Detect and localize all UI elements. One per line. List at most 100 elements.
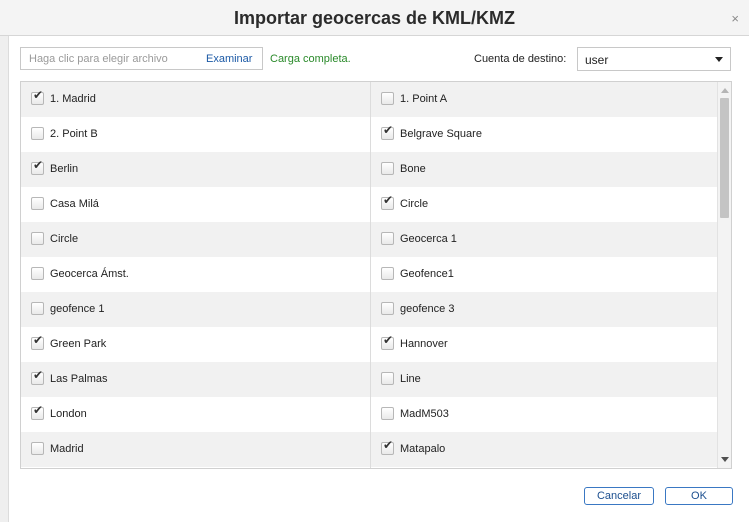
checkmark-icon: ✔ bbox=[33, 403, 44, 417]
ok-button[interactable]: OK bbox=[665, 487, 733, 505]
geofence-checkbox[interactable] bbox=[31, 267, 44, 280]
checkmark-icon: ✔ bbox=[383, 438, 394, 452]
dialog-title: Importar geocercas de KML/KMZ bbox=[233, 8, 516, 28]
checkmark-icon: ✔ bbox=[383, 123, 394, 137]
geofence-item[interactable]: ✔ Belgrave Square bbox=[370, 117, 718, 152]
scrollbar-thumb[interactable] bbox=[720, 98, 729, 218]
geofence-item[interactable]: Bone bbox=[370, 152, 718, 187]
geofence-checkbox[interactable] bbox=[381, 407, 394, 420]
geofence-item[interactable] bbox=[21, 467, 370, 468]
geofence-item[interactable]: geofence 3 bbox=[370, 292, 718, 327]
checkmark-icon: ✔ bbox=[33, 368, 44, 382]
destination-account-select[interactable]: user bbox=[577, 47, 731, 71]
geofence-item[interactable]: geofence 1 bbox=[21, 292, 370, 327]
file-chooser[interactable]: Examinar bbox=[20, 47, 263, 70]
geofence-checkbox[interactable] bbox=[31, 302, 44, 315]
geofence-item[interactable]: ✔ Circle bbox=[370, 187, 718, 222]
geofence-checkbox[interactable]: ✔ bbox=[31, 158, 44, 175]
geofence-item[interactable]: Geocerca 1 bbox=[370, 222, 718, 257]
table-row bbox=[21, 467, 718, 468]
geofence-checkbox[interactable] bbox=[381, 232, 394, 245]
geofence-checkbox[interactable]: ✔ bbox=[381, 438, 394, 455]
geofence-item[interactable]: Geofence1 bbox=[370, 257, 718, 292]
table-row: ✔ Berlin Bone bbox=[21, 152, 718, 187]
geofence-item[interactable]: MadM503 bbox=[370, 397, 718, 432]
geofence-label: Green Park bbox=[50, 338, 107, 350]
geofence-item[interactable]: ✔ Matapalo bbox=[370, 432, 718, 467]
geofence-checkbox[interactable]: ✔ bbox=[381, 333, 394, 350]
geofence-checkbox[interactable]: ✔ bbox=[381, 123, 394, 140]
table-row: geofence 1 geofence 3 bbox=[21, 292, 718, 327]
chevron-down-icon bbox=[715, 57, 723, 62]
upload-status: Carga completa. bbox=[270, 53, 351, 65]
geofence-item[interactable]: ✔ Las Palmas bbox=[21, 362, 370, 397]
browse-button[interactable]: Examinar bbox=[206, 53, 252, 65]
geofence-list[interactable]: ✔ 1. Madrid 1. Point A 2. Point B ✔ Belgrave … bbox=[20, 81, 732, 469]
geofence-item[interactable]: ✔ Berlin bbox=[21, 152, 370, 187]
geofence-label: Bone bbox=[400, 163, 426, 175]
table-row: ✔ London MadM503 bbox=[21, 397, 718, 432]
table-row: Casa Milá ✔ Circle bbox=[21, 187, 718, 222]
checkmark-icon: ✔ bbox=[383, 193, 394, 207]
geofence-item[interactable]: Line bbox=[370, 362, 718, 397]
geofence-label: Matapalo bbox=[400, 443, 446, 455]
geofence-item[interactable]: Madrid bbox=[21, 432, 370, 467]
geofence-checkbox[interactable] bbox=[31, 442, 44, 455]
geofence-checkbox[interactable]: ✔ bbox=[31, 403, 44, 420]
file-input[interactable] bbox=[21, 48, 191, 69]
geofence-grid: ✔ 1. Madrid 1. Point A 2. Point B ✔ Belgrave … bbox=[21, 82, 718, 468]
destination-account-label: Cuenta de destino: bbox=[474, 53, 567, 65]
geofence-label: Geocerca Ámst. bbox=[50, 268, 129, 280]
checkmark-icon: ✔ bbox=[383, 333, 394, 347]
geofence-label: Circle bbox=[400, 198, 429, 210]
geofence-checkbox[interactable] bbox=[31, 197, 44, 210]
geofence-label: London bbox=[50, 408, 87, 420]
geofence-item[interactable]: Casa Milá bbox=[21, 187, 370, 222]
window-left-edge bbox=[0, 36, 9, 522]
geofence-label: Line bbox=[400, 373, 421, 385]
scrollbar[interactable] bbox=[717, 82, 731, 468]
geofence-label: Las Palmas bbox=[50, 373, 108, 385]
geofence-item[interactable] bbox=[370, 467, 718, 468]
geofence-label: Madrid bbox=[50, 443, 84, 455]
geofence-checkbox[interactable] bbox=[381, 372, 394, 385]
geofence-checkbox[interactable]: ✔ bbox=[31, 88, 44, 105]
geofence-item[interactable]: ✔ 1. Madrid bbox=[21, 82, 370, 117]
geofence-checkbox[interactable]: ✔ bbox=[31, 368, 44, 385]
destination-account-value: user bbox=[585, 53, 609, 67]
geofence-item[interactable]: ✔ Hannover bbox=[370, 327, 718, 362]
geofence-label: 1. Point A bbox=[400, 93, 448, 105]
geofence-item[interactable]: ✔ London bbox=[21, 397, 370, 432]
geofence-label: Circle bbox=[50, 233, 79, 245]
scroll-up-icon[interactable] bbox=[721, 88, 729, 93]
geofence-label: 2. Point B bbox=[50, 128, 98, 140]
geofence-label: geofence 3 bbox=[400, 303, 455, 315]
geofence-item[interactable]: Geocerca Ámst. bbox=[21, 257, 370, 292]
geofence-label: Hannover bbox=[400, 338, 448, 350]
import-geofences-dialog: Importar geocercas de KML/KMZ × Examinar… bbox=[0, 0, 749, 522]
geofence-item[interactable]: 1. Point A bbox=[370, 82, 718, 117]
geofence-item[interactable]: Circle bbox=[21, 222, 370, 257]
scroll-down-icon[interactable] bbox=[721, 457, 729, 462]
geofence-checkbox[interactable] bbox=[31, 127, 44, 140]
geofence-checkbox[interactable] bbox=[381, 267, 394, 280]
checkmark-icon: ✔ bbox=[33, 88, 44, 102]
geofence-checkbox[interactable] bbox=[381, 162, 394, 175]
geofence-checkbox[interactable]: ✔ bbox=[381, 193, 394, 210]
geofence-item[interactable]: 2. Point B bbox=[21, 117, 370, 152]
table-row: ✔ 1. Madrid 1. Point A bbox=[21, 82, 718, 117]
geofence-label: Belgrave Square bbox=[400, 128, 482, 140]
geofence-checkbox[interactable]: ✔ bbox=[31, 334, 44, 350]
geofence-checkbox[interactable] bbox=[381, 302, 394, 315]
checkmark-icon: ✔ bbox=[33, 158, 44, 172]
close-icon[interactable]: × bbox=[731, 12, 739, 25]
geofence-label: Geocerca 1 bbox=[400, 233, 457, 245]
geofence-label: MadM503 bbox=[400, 408, 449, 420]
table-row: Geocerca Ámst. Geofence1 bbox=[21, 257, 718, 292]
table-row: ✔ Green Park ✔ Hannover bbox=[21, 327, 718, 362]
geofence-checkbox[interactable] bbox=[31, 232, 44, 245]
dialog-titlebar: Importar geocercas de KML/KMZ × bbox=[0, 0, 749, 36]
cancel-button[interactable]: Cancelar bbox=[584, 487, 654, 505]
geofence-item[interactable]: ✔ Green Park bbox=[21, 327, 370, 362]
geofence-checkbox[interactable] bbox=[381, 92, 394, 105]
